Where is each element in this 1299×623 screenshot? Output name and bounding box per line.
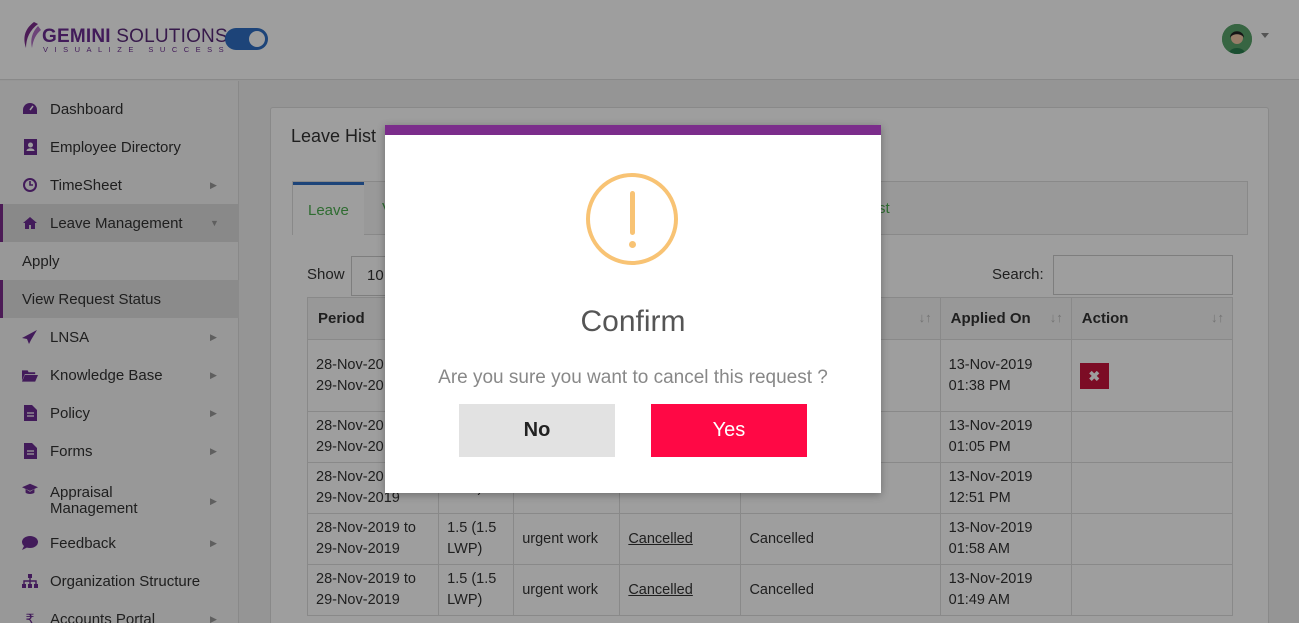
dialog-message: Are you sure you want to cancel this req…: [438, 367, 828, 388]
warning-icon: [586, 173, 678, 265]
confirm-dialog: Confirm Are you sure you want to cancel …: [385, 125, 881, 493]
yes-button[interactable]: Yes: [651, 404, 807, 457]
no-button[interactable]: No: [459, 404, 615, 457]
dialog-title: Confirm: [580, 305, 686, 338]
